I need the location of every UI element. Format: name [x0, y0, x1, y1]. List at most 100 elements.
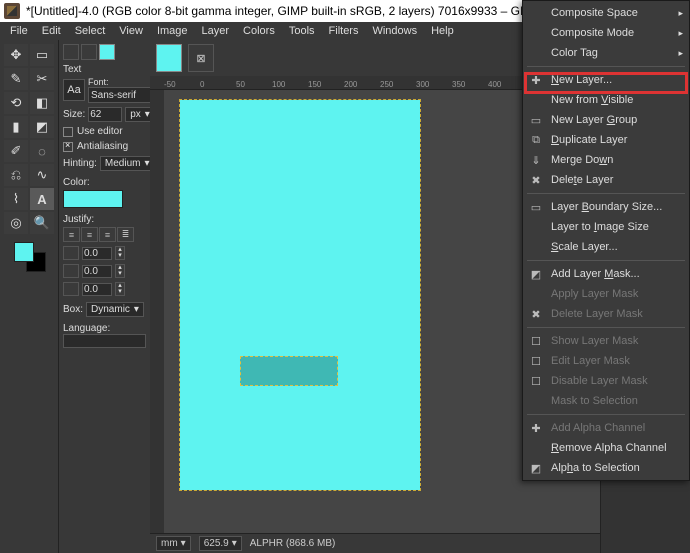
submenu-arrow-icon: ▸ [678, 28, 683, 39]
menu-item-new-from-visible[interactable]: New from Visible [523, 90, 689, 110]
dock-tab-icon[interactable] [63, 44, 79, 60]
ruler-mark: -50 [164, 80, 176, 89]
hinting-select[interactable]: Medium▾ [100, 156, 155, 171]
box-select[interactable]: Dynamic ▾ [86, 302, 144, 317]
ruler-mark: 400 [488, 80, 501, 89]
menu-item-icon: ▭ [529, 200, 543, 214]
indent-input[interactable] [82, 247, 112, 260]
font-label: Font: [88, 77, 146, 87]
menu-help[interactable]: Help [425, 24, 460, 38]
menu-item-composite-mode[interactable]: Composite Mode▸ [523, 23, 689, 43]
menu-item-duplicate-layer[interactable]: ⧉Duplicate Layer [523, 130, 689, 150]
path-tool-icon[interactable]: ⌇ [4, 188, 28, 210]
use-editor-checkbox[interactable] [63, 127, 73, 137]
color-swatch[interactable] [2, 242, 56, 272]
menu-item-label: Apply Layer Mask [551, 288, 638, 300]
bucket-tool-icon[interactable]: ▮ [4, 116, 28, 138]
dock-tab-active-icon[interactable] [99, 44, 115, 60]
menu-item-new-layer-group[interactable]: ▭New Layer Group [523, 110, 689, 130]
menu-item-delete-layer[interactable]: ✖Delete Layer [523, 170, 689, 190]
menu-edit[interactable]: Edit [36, 24, 67, 38]
menu-layer[interactable]: Layer [196, 24, 236, 38]
menu-item-composite-space[interactable]: Composite Space▸ [523, 3, 689, 23]
clone-tool-icon[interactable]: ⎌ [4, 164, 28, 186]
pencil-tool-icon[interactable]: ✐ [4, 140, 28, 162]
stepper-icon[interactable]: ▴▾ [115, 282, 125, 296]
menu-file[interactable]: File [4, 24, 34, 38]
menu-item-merge-down[interactable]: ⇓Merge Down [523, 150, 689, 170]
text-selection-box[interactable] [240, 356, 338, 386]
ruler-mark: 300 [416, 80, 429, 89]
move-tool-icon[interactable]: ✥ [4, 44, 28, 66]
line-spacing-input[interactable] [82, 265, 112, 278]
size-input[interactable] [88, 107, 122, 122]
stepper-icon[interactable]: ▴▾ [115, 246, 125, 260]
menu-item-color-tag[interactable]: Color Tag▸ [523, 43, 689, 63]
font-preview-icon[interactable]: Aa [63, 79, 85, 101]
dock-tab-icon[interactable] [81, 44, 97, 60]
menu-windows[interactable]: Windows [366, 24, 423, 38]
rect-select-tool-icon[interactable]: ▭ [30, 44, 54, 66]
justify-left-icon[interactable]: ≡ [63, 227, 80, 242]
menu-item-icon [529, 394, 543, 408]
menu-view[interactable]: View [113, 24, 149, 38]
menu-item-label: Layer to Image Size [551, 221, 649, 233]
gradient-tool-icon[interactable]: ◩ [30, 116, 54, 138]
antialias-checkbox[interactable] [63, 142, 73, 152]
eraser-tool-icon[interactable]: ◌ [30, 140, 54, 162]
menu-separator [527, 327, 685, 328]
menu-tools[interactable]: Tools [283, 24, 321, 38]
menu-item-remove-alpha-channel[interactable]: Remove Alpha Channel [523, 438, 689, 458]
menu-item-label: New from Visible [551, 94, 633, 106]
menu-separator [527, 414, 685, 415]
menu-item-icon: ✖ [529, 307, 543, 321]
letter-spacing-input[interactable] [82, 283, 112, 296]
menu-item-icon: ✚ [529, 73, 543, 87]
text-color-field[interactable] [63, 190, 123, 208]
crop-tool-icon[interactable]: ✂ [30, 68, 54, 90]
smudge-tool-icon[interactable]: ∿ [30, 164, 54, 186]
transform-tool-icon[interactable]: ⟲ [4, 92, 28, 114]
justify-fill-icon[interactable]: ≣ [117, 227, 134, 242]
zoom-tool-icon[interactable]: 🔍 [30, 212, 54, 234]
chevron-down-icon: ▾ [134, 304, 139, 315]
menu-item-icon [529, 287, 543, 301]
menu-item-label: Composite Space [551, 7, 638, 19]
stepper-icon[interactable]: ▴▾ [115, 264, 125, 278]
justify-right-icon[interactable]: ≡ [81, 227, 98, 242]
menu-select[interactable]: Select [69, 24, 112, 38]
menu-item-icon [529, 240, 543, 254]
menu-filters[interactable]: Filters [323, 24, 365, 38]
menu-item-icon: ◩ [529, 461, 543, 475]
menu-item-icon [529, 93, 543, 107]
fg-color-icon[interactable] [14, 242, 34, 262]
menu-item-new-layer[interactable]: ✚New Layer... [523, 70, 689, 90]
document-thumb-icon[interactable] [156, 44, 182, 72]
menu-item-show-layer-mask: ☐Show Layer Mask [523, 331, 689, 351]
menu-image[interactable]: Image [151, 24, 194, 38]
menu-item-label: Mask to Selection [551, 395, 638, 407]
menu-item-layer-to-image-size[interactable]: Layer to Image Size [523, 217, 689, 237]
document-close-icon[interactable]: ⊠ [188, 44, 214, 72]
free-select-tool-icon[interactable]: ✎ [4, 68, 28, 90]
zoom-select[interactable]: 625.9 ▾ [199, 536, 242, 551]
measure-tool-icon[interactable]: ◎ [4, 212, 28, 234]
canvas-page[interactable] [180, 100, 420, 490]
statusbar: mm ▾ 625.9 ▾ ALPHR (868.6 MB) [150, 533, 600, 553]
unit-select[interactable]: mm ▾ [156, 536, 191, 551]
warp-tool-icon[interactable]: ◧ [30, 92, 54, 114]
menu-item-add-layer-mask[interactable]: ◩Add Layer Mask... [523, 264, 689, 284]
app-logo-icon [4, 3, 20, 19]
menu-colors[interactable]: Colors [237, 24, 281, 38]
menu-item-layer-boundary-size[interactable]: ▭Layer Boundary Size... [523, 197, 689, 217]
menu-item-apply-layer-mask: Apply Layer Mask [523, 284, 689, 304]
menu-item-alpha-to-selection[interactable]: ◩ Alpha to Selection [523, 458, 689, 478]
menu-item-label: Alpha to Selection [551, 462, 640, 474]
language-input[interactable] [63, 334, 146, 348]
menu-item-scale-layer[interactable]: Scale Layer... [523, 237, 689, 257]
menu-item-icon: ◩ [529, 267, 543, 281]
justify-center-icon[interactable]: ≡ [99, 227, 116, 242]
menu-item-label: Merge Down [551, 154, 613, 166]
layer-context-menu: Composite Space▸Composite Mode▸Color Tag… [522, 0, 690, 481]
text-tool-icon[interactable]: A [30, 188, 54, 210]
